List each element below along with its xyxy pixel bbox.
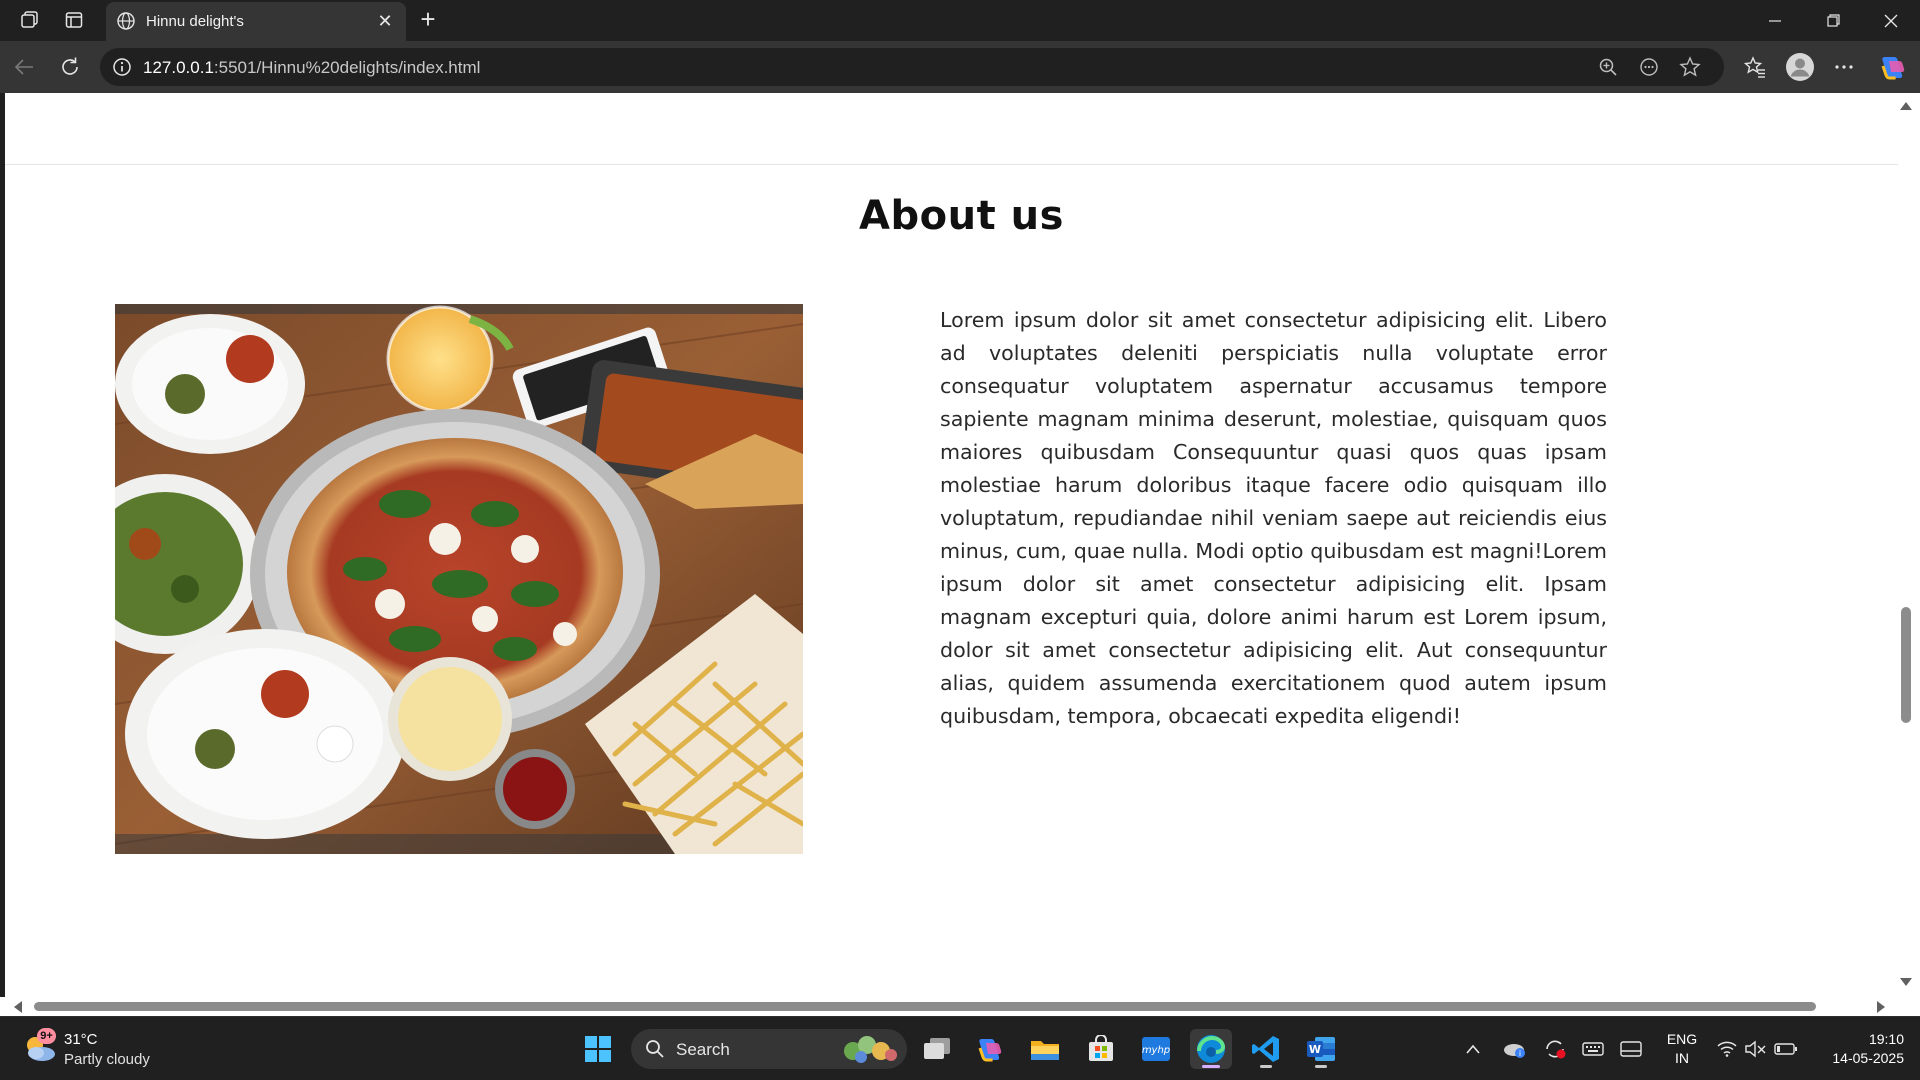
word-icon[interactable]: W [1300,1029,1342,1069]
horizontal-scrollbar[interactable] [0,997,1920,1016]
about-paragraph: Lorem ipsum dolor sit amet consectetur a… [940,308,1607,728]
address-toolbar: 127.0.0.1:5501/Hinnu%20delights/index.ht… [0,41,1920,93]
system-clock[interactable]: 19:10 14-05-2025 [1808,1030,1904,1068]
url-host: 127.0.0.1 [143,58,214,77]
browser-tab-bar: Hinnu delight's ✕ + [0,0,1920,41]
tab-title: Hinnu delight's [146,13,244,30]
svg-text:i: i [1519,1049,1521,1058]
scroll-up-arrow-icon[interactable] [1900,102,1912,110]
lang-code: ENG [1666,1031,1698,1047]
vertical-scrollbar[interactable] [1898,93,1920,997]
food-image [115,304,803,854]
search-highlight-icon [844,1036,897,1063]
copilot-sidebar-icon[interactable] [1876,51,1910,83]
vertical-tabs-icon[interactable] [58,6,90,34]
vertical-scroll-thumb[interactable] [1901,607,1911,723]
workspaces-icon[interactable] [14,6,46,34]
search-icon [646,1040,664,1058]
sync-icon[interactable] [1541,1035,1569,1063]
favorites-icon[interactable] [1738,51,1772,83]
zoom-icon[interactable] [1595,55,1621,79]
weather-condition: Partly cloudy [64,1051,150,1068]
wifi-icon[interactable] [1713,1035,1741,1063]
copilot-icon[interactable] [969,1029,1011,1069]
svg-text:myhp: myhp [1142,1045,1170,1056]
navbar-divider [5,164,1898,165]
weather-widget[interactable]: 9+ 31°C Partly cloudy [22,1028,172,1071]
microsoft-store-icon[interactable] [1080,1029,1122,1069]
horizontal-scroll-thumb[interactable] [34,1002,1816,1011]
close-tab-icon[interactable]: ✕ [374,11,396,32]
about-heading: About us [859,193,1064,239]
minimize-icon[interactable] [1746,0,1804,41]
site-info-icon[interactable] [112,57,132,82]
battery-icon[interactable] [1772,1035,1800,1063]
scroll-left-arrow-icon[interactable] [14,1001,22,1013]
page-viewport: About us Lorem ipsum dolor sit amet cons… [5,93,1898,997]
scroll-down-arrow-icon[interactable] [1900,978,1912,986]
svg-text:W: W [1309,1043,1321,1056]
restore-icon[interactable] [1804,0,1862,41]
chevron-up-icon[interactable] [1459,1035,1487,1063]
windows-taskbar: 9+ 31°C Partly cloudy Search myhp W i EN… [0,1016,1920,1080]
url-text[interactable]: 127.0.0.1:5501/Hinnu%20delights/index.ht… [143,58,480,78]
file-explorer-icon[interactable] [1024,1029,1066,1069]
weather-temp: 31°C [64,1031,98,1048]
weather-badge: 9+ [37,1028,56,1044]
back-icon[interactable] [8,51,40,83]
tab-hinnu-delights[interactable]: Hinnu delight's ✕ [106,2,406,41]
profile-avatar-icon[interactable] [1783,51,1817,83]
page-actions-icon[interactable] [1636,55,1662,79]
running-app-indicator [1260,1065,1272,1068]
more-options-icon[interactable] [1827,51,1861,83]
address-bar[interactable]: 127.0.0.1:5501/Hinnu%20delights/index.ht… [100,48,1724,86]
running-app-indicator [1315,1065,1327,1068]
new-tab-icon[interactable]: + [414,6,442,34]
task-view-icon[interactable] [916,1029,958,1069]
favorite-star-icon[interactable] [1677,55,1703,79]
close-window-icon[interactable] [1862,0,1920,41]
start-icon[interactable] [577,1029,619,1069]
search-label: Search [676,1040,730,1059]
globe-icon [116,11,136,36]
scroll-right-arrow-icon[interactable] [1877,1001,1885,1013]
tablet-mode-icon[interactable] [1617,1035,1645,1063]
vscode-icon[interactable] [1245,1029,1287,1069]
mute-icon[interactable] [1742,1035,1770,1063]
lang-region: IN [1675,1050,1689,1066]
input-language-indicator[interactable]: ENG IN [1662,1030,1702,1068]
keyboard-icon[interactable] [1579,1035,1607,1063]
myhp-icon[interactable]: myhp [1135,1029,1177,1069]
taskbar-search[interactable]: Search [631,1029,907,1069]
active-app-indicator [1202,1065,1220,1068]
edge-icon[interactable] [1190,1029,1232,1069]
clock-time: 19:10 [1868,1031,1904,1047]
refresh-icon[interactable] [54,51,86,83]
clock-date: 14-05-2025 [1832,1050,1904,1066]
onedrive-icon[interactable]: i [1500,1035,1528,1063]
url-path: :5501/Hinnu%20delights/index.html [213,58,481,77]
